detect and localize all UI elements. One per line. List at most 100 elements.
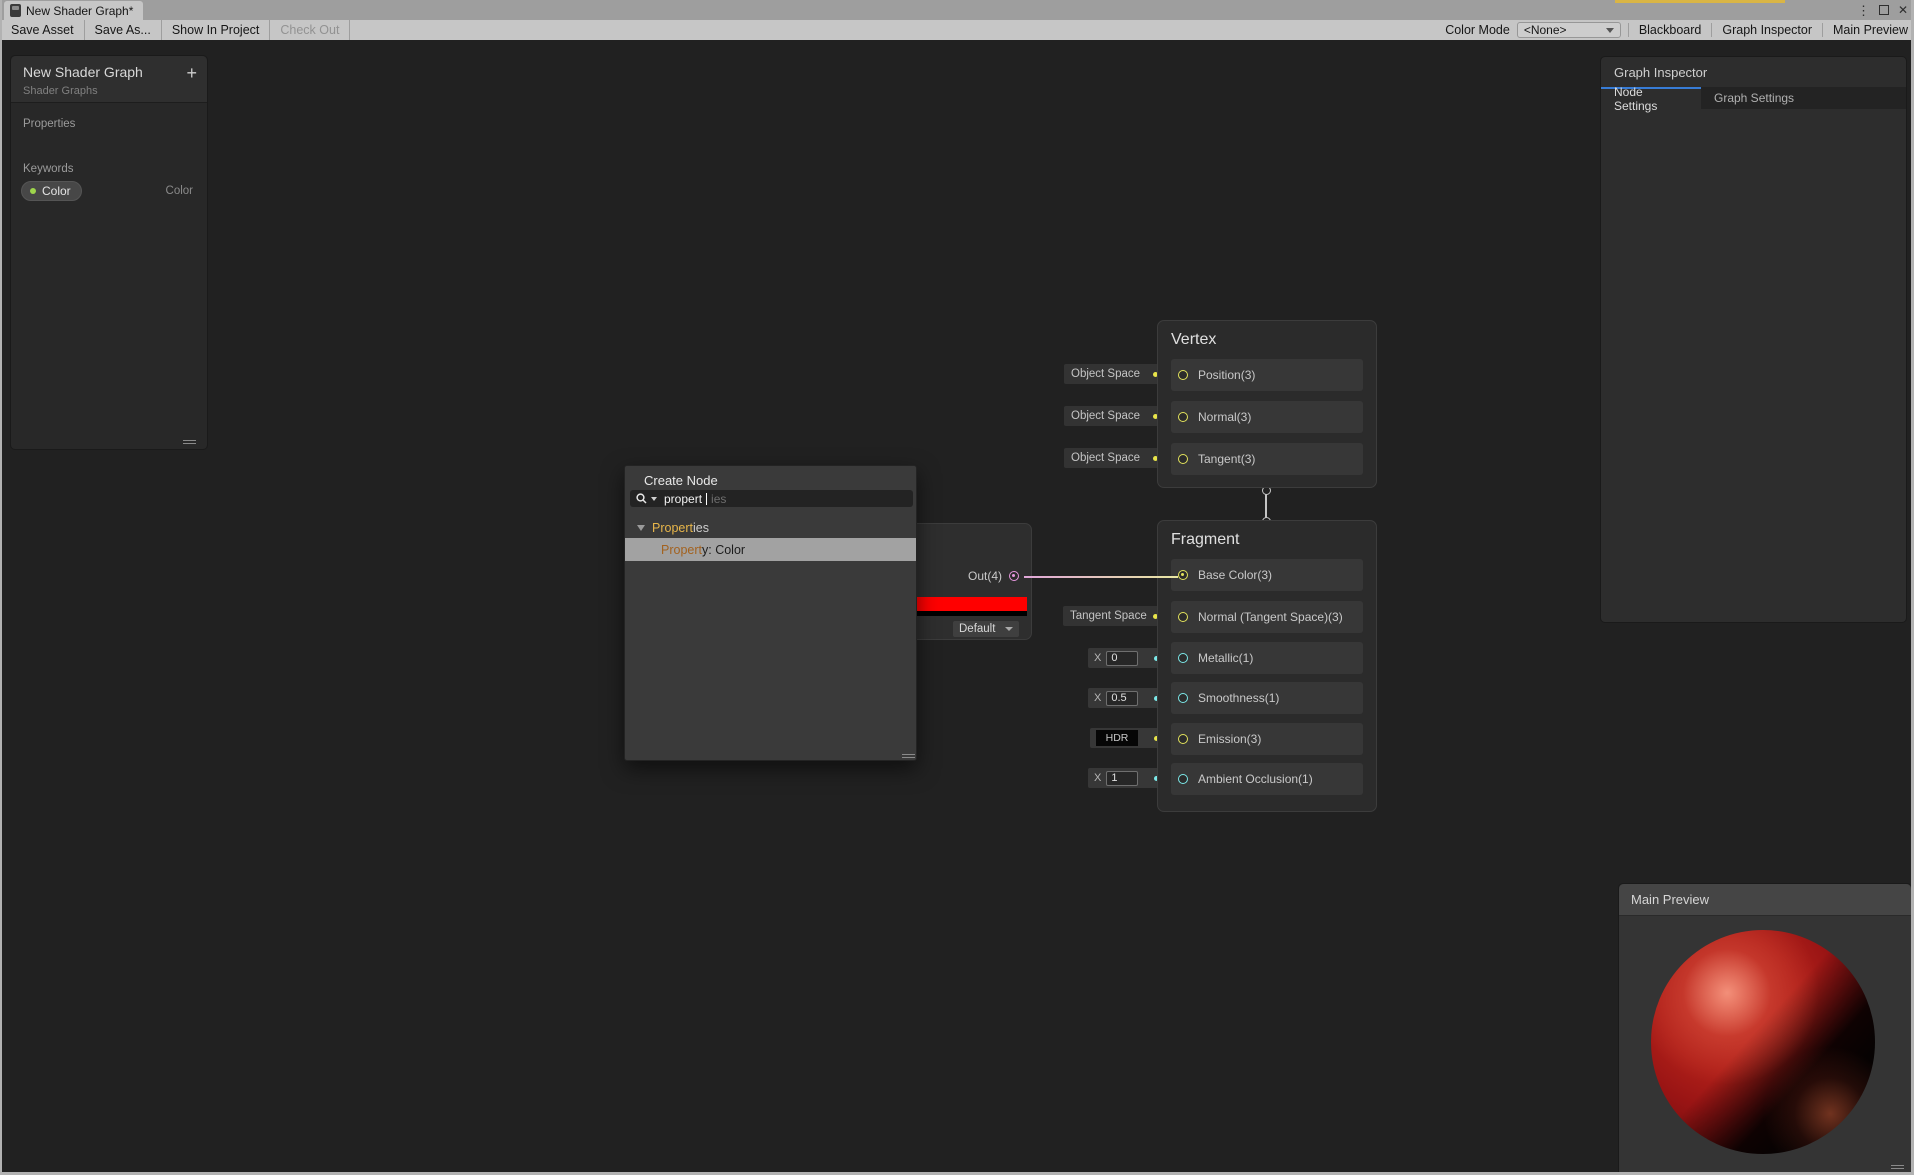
emission-port[interactable]: [1178, 734, 1188, 744]
smoothness-port[interactable]: [1178, 693, 1188, 703]
tab-graph-settings[interactable]: Graph Settings: [1701, 87, 1807, 109]
ambient-occlusion-port[interactable]: [1178, 774, 1188, 784]
object-space-tag-label: Object Space: [1071, 368, 1141, 380]
graph-inspector-tabs: Node Settings Graph Settings: [1601, 85, 1906, 113]
keywords-section-label: Keywords: [23, 163, 74, 175]
metallic-port[interactable]: [1178, 653, 1188, 663]
position-port[interactable]: [1178, 370, 1188, 380]
create-node-popup: Create Node propert ies Propert ies Prop…: [624, 465, 917, 761]
x-component-label: X: [1094, 652, 1102, 664]
result-row-property-color[interactable]: Propert y: Color: [625, 538, 916, 561]
save-asset-button[interactable]: Save Asset: [0, 20, 85, 40]
graph-inspector-panel: Graph Inspector Node Settings Graph Sett…: [1600, 56, 1907, 623]
blackboard-header: New Shader Graph Shader Graphs +: [11, 56, 207, 103]
shader-graph-asset-icon: [10, 4, 21, 17]
object-space-tag-label: Object Space: [1071, 452, 1141, 464]
show-in-project-button[interactable]: Show In Project: [162, 20, 271, 40]
fragment-node-title: Fragment: [1171, 531, 1240, 548]
blackboard-subtitle: Shader Graphs: [23, 85, 98, 97]
main-preview-toggle-button[interactable]: Main Preview: [1822, 23, 1914, 37]
tangent-port[interactable]: [1178, 454, 1188, 464]
category-match-text: Propert: [652, 520, 693, 535]
slot-normal-label: Normal(3): [1198, 410, 1252, 424]
vertex-node-title: Vertex: [1171, 331, 1217, 348]
slot-smoothness: Smoothness(1): [1171, 682, 1363, 714]
tangent-space-tag[interactable]: Tangent Space: [1063, 606, 1165, 626]
precision-dropdown[interactable]: Default: [953, 621, 1019, 637]
edge-color-to-basecolor: [1024, 576, 1178, 578]
save-as-button[interactable]: Save As...: [85, 20, 162, 40]
ambient-occlusion-value-field[interactable]: 1: [1106, 770, 1139, 786]
main-preview-resize-grip[interactable]: [1891, 1165, 1904, 1169]
preview-sphere[interactable]: [1651, 930, 1875, 1154]
toolbar: Save Asset Save As... Show In Project Ch…: [0, 20, 1914, 40]
stack-connector-line: [1265, 494, 1267, 518]
document-tab[interactable]: New Shader Graph*: [4, 1, 144, 20]
close-icon[interactable]: ✕: [1898, 4, 1908, 16]
search-typed-text: propert: [664, 491, 703, 506]
slot-ambient-occlusion-label: Ambient Occlusion(1): [1198, 772, 1313, 786]
tab-node-settings[interactable]: Node Settings: [1601, 85, 1701, 113]
create-node-search-input[interactable]: propert ies: [630, 490, 913, 507]
slot-metallic: Metallic(1): [1171, 642, 1363, 674]
result-match-text: Propert: [661, 542, 702, 557]
slot-tangent: Tangent(3): [1171, 443, 1363, 475]
vertex-context-node[interactable]: Vertex Position(3) Normal(3) Tangent(3): [1157, 320, 1377, 488]
color-mode-dropdown[interactable]: <None>: [1516, 22, 1621, 38]
window-menu-icon[interactable]: ⋮: [1857, 4, 1870, 17]
collapse-triangle-icon[interactable]: [637, 524, 645, 531]
search-autocomplete-text: ies: [711, 491, 727, 506]
window-frame-left: [0, 0, 2, 1175]
slot-base-color: Base Color(3): [1171, 559, 1363, 591]
main-preview-panel: Main Preview: [1618, 883, 1912, 1175]
popup-resize-grip[interactable]: [902, 754, 915, 758]
create-node-title: Create Node: [644, 473, 718, 488]
normal-port[interactable]: [1178, 412, 1188, 422]
color-node-out-row: Out(4): [968, 569, 1019, 583]
notification-strip: [1615, 0, 1785, 3]
fragment-context-node[interactable]: Fragment Base Color(3) Normal (Tangent S…: [1157, 520, 1377, 812]
slot-ambient-occlusion: Ambient Occlusion(1): [1171, 763, 1363, 795]
title-bar: New Shader Graph* ⋮ ✕: [0, 0, 1914, 20]
category-row-properties[interactable]: Propert ies: [625, 519, 916, 536]
x-component-label: X: [1094, 772, 1102, 784]
blackboard-panel: New Shader Graph Shader Graphs + Propert…: [10, 55, 208, 450]
slot-normal-ts-label: Normal (Tangent Space)(3): [1198, 610, 1343, 624]
document-tab-label: New Shader Graph*: [26, 3, 134, 18]
property-color-dot-icon: [30, 188, 36, 194]
add-property-button[interactable]: +: [186, 63, 197, 84]
slot-emission: Emission(3): [1171, 723, 1363, 755]
blackboard-toggle-button[interactable]: Blackboard: [1627, 23, 1712, 37]
hdr-color-field[interactable]: HDR: [1096, 730, 1138, 746]
smoothness-value-field[interactable]: 0.5: [1106, 690, 1139, 706]
object-space-tag-label: Object Space: [1071, 410, 1141, 422]
text-cursor: [706, 492, 708, 505]
base-color-port[interactable]: [1178, 570, 1188, 580]
window-controls: ⋮ ✕: [1857, 0, 1908, 20]
color-property-type: Color: [165, 185, 193, 197]
out-port[interactable]: [1009, 571, 1019, 581]
object-space-tag[interactable]: Object Space: [1064, 364, 1165, 384]
result-rest-text: y: Color: [702, 542, 746, 557]
metallic-value-field[interactable]: 0: [1106, 650, 1139, 666]
x-component-label: X: [1094, 692, 1102, 704]
tangent-space-tag-label: Tangent Space: [1070, 610, 1147, 622]
maximize-icon[interactable]: [1878, 5, 1889, 15]
precision-dropdown-value: Default: [959, 623, 996, 635]
check-out-button: Check Out: [270, 20, 351, 40]
normal-ts-port[interactable]: [1178, 612, 1188, 622]
object-space-tag[interactable]: Object Space: [1064, 448, 1165, 468]
slot-position-label: Position(3): [1198, 368, 1256, 382]
category-rest-text: ies: [693, 520, 709, 535]
object-space-tag[interactable]: Object Space: [1064, 406, 1165, 426]
graph-inspector-title: Graph Inspector: [1614, 65, 1708, 80]
properties-section-label: Properties: [23, 118, 76, 130]
graph-inspector-toggle-button[interactable]: Graph Inspector: [1711, 23, 1822, 37]
color-property-pill[interactable]: Color: [21, 181, 82, 201]
slot-position: Position(3): [1171, 359, 1363, 391]
search-icon: [636, 493, 647, 504]
blackboard-resize-grip[interactable]: [183, 440, 196, 444]
search-filter-chevron-icon[interactable]: [651, 496, 657, 501]
ambient-occlusion-default-widget: X 1: [1088, 768, 1165, 788]
smoothness-default-widget: X 0.5: [1088, 688, 1165, 708]
